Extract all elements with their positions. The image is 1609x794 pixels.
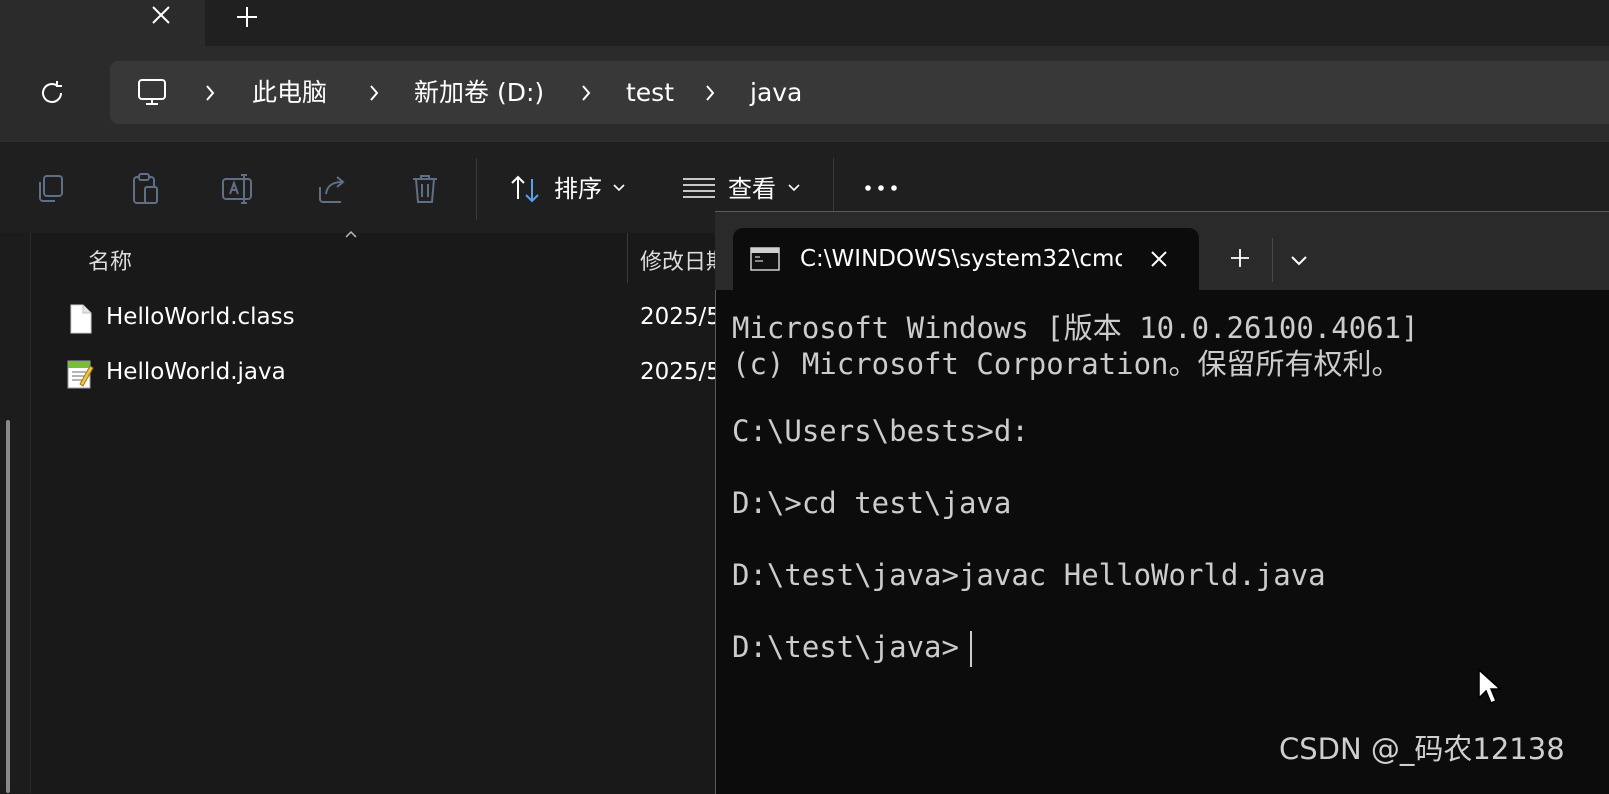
scrollbar-thumb[interactable] <box>6 420 10 793</box>
plus-icon[interactable] <box>1224 242 1256 274</box>
close-icon[interactable] <box>1144 244 1174 274</box>
plus-icon[interactable] <box>232 2 262 32</box>
sort-ascending-icon <box>343 229 359 239</box>
breadcrumb-java[interactable]: java <box>750 76 802 110</box>
navigation-pane-edge <box>0 233 31 793</box>
toolbar-divider <box>476 158 477 220</box>
ellipsis-icon[interactable] <box>862 176 902 200</box>
file-date: 2025/5 <box>640 304 721 330</box>
column-header-name[interactable]: 名称 <box>88 244 132 276</box>
console-line: D:\>cd test\java <box>732 486 1012 520</box>
console-prompt[interactable]: D:\test\java> <box>732 630 959 664</box>
console-line: C:\Users\bests>d: <box>732 414 1029 448</box>
copy-icon[interactable] <box>31 169 71 209</box>
close-icon[interactable] <box>146 0 176 30</box>
sort-button[interactable]: 排序 <box>554 172 602 206</box>
paste-icon[interactable] <box>125 169 165 209</box>
chevron-down-icon[interactable] <box>611 182 627 194</box>
cmd-tab-title: C:\WINDOWS\system32\cmd.exe <box>800 246 1122 272</box>
address-bar[interactable] <box>110 61 1609 124</box>
view-button[interactable]: 查看 <box>728 172 776 206</box>
share-icon[interactable] <box>312 169 352 209</box>
terminal-icon <box>750 247 780 271</box>
chevron-down-icon[interactable] <box>786 182 802 194</box>
view-icon[interactable] <box>680 169 720 209</box>
file-name: HelloWorld.class <box>106 304 295 330</box>
rename-icon[interactable] <box>218 169 258 209</box>
chevron-right-icon[interactable] <box>200 80 220 106</box>
console-line: (c) Microsoft Corporation。保留所有权利。 <box>732 347 1401 381</box>
chevron-right-icon[interactable] <box>576 80 596 106</box>
mouse-pointer-icon <box>1477 668 1503 706</box>
file-date: 2025/5 <box>640 359 721 385</box>
text-cursor <box>970 631 972 667</box>
file-icon <box>66 303 94 335</box>
chevron-right-icon[interactable] <box>700 80 720 106</box>
column-divider[interactable] <box>627 233 628 283</box>
refresh-icon[interactable] <box>37 78 67 108</box>
notepadpp-file-icon <box>66 358 94 390</box>
console-line: D:\test\java>javac HelloWorld.java <box>732 558 1326 592</box>
chevron-right-icon[interactable] <box>364 80 384 106</box>
file-row[interactable]: HelloWorld.class 2025/5 <box>60 296 721 342</box>
file-name: HelloWorld.java <box>106 359 286 385</box>
delete-icon[interactable] <box>405 169 445 209</box>
breadcrumb-test[interactable]: test <box>626 76 674 110</box>
cmd-titlebar-divider <box>1272 238 1273 282</box>
watermark: CSDN @_码农12138 <box>1279 732 1565 766</box>
file-row[interactable]: HelloWorld.java 2025/5 <box>60 351 721 397</box>
monitor-icon <box>136 76 168 108</box>
breadcrumb-drive-d[interactable]: 新加卷 (D:) <box>414 76 544 110</box>
breadcrumb-this-pc[interactable]: 此电脑 <box>252 76 327 110</box>
chevron-down-icon[interactable] <box>1285 246 1313 274</box>
sort-icon[interactable] <box>505 169 545 209</box>
